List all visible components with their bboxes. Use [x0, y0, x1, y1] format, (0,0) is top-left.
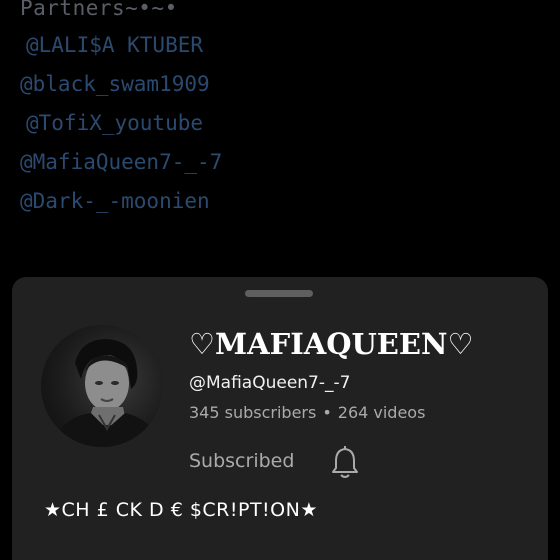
partner-handle-link[interactable]: @black_swam1909 [20, 72, 210, 96]
video-count: 264 videos [337, 403, 426, 422]
channel-stats: 345 subscribers • 264 videos [189, 403, 425, 422]
avatar-portrait-image [51, 339, 161, 447]
subscribed-button[interactable]: Subscribed [189, 450, 294, 472]
channel-name: ♡MAFIAQUEEN♡ [189, 327, 474, 361]
channel-description[interactable]: ★CH £ CK D € $CR!PT!ON★ [44, 499, 318, 521]
channel-bottom-sheet: ♡MAFIAQUEEN♡ @MafiaQueen7-_-7 345 subscr… [12, 277, 548, 560]
avatar[interactable] [41, 325, 163, 447]
bell-icon [332, 446, 358, 478]
partner-handle-link[interactable]: @TofiX_youtube [26, 111, 203, 135]
subscriber-count: 345 subscribers [189, 403, 317, 422]
partners-title: Partners~•~• [20, 0, 178, 20]
drag-handle[interactable] [245, 290, 313, 297]
partners-section: Partners~•~• @LALI$A KTUBER @black_swam1… [0, 0, 560, 290]
partner-handle-link[interactable]: @LALI$A KTUBER [26, 33, 203, 57]
partner-handle-link[interactable]: @MafiaQueen7-_-7 [20, 150, 222, 174]
channel-handle: @MafiaQueen7-_-7 [189, 373, 351, 393]
stats-separator: • [322, 403, 332, 422]
notification-bell-button[interactable] [330, 445, 360, 479]
partner-handle-link[interactable]: @Dark-_-moonien [20, 189, 210, 213]
